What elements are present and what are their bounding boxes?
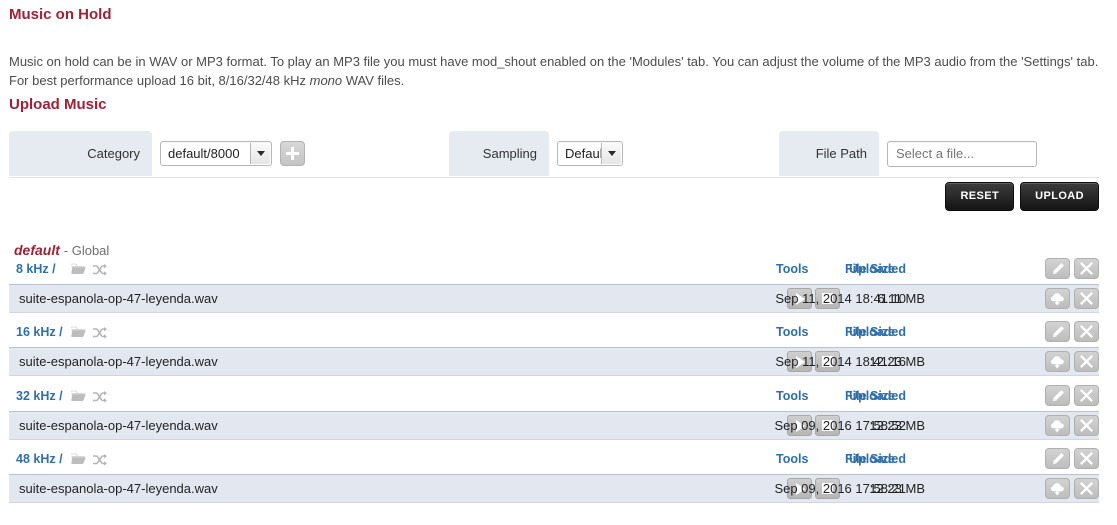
frequency-block-16khz: 16 kHz / Tools File Size Uploaded suite-… xyxy=(9,321,1099,376)
edit-group-button[interactable] xyxy=(1045,385,1070,406)
sampling-label: Sampling xyxy=(449,131,549,176)
delete-file-button[interactable] xyxy=(1074,478,1099,499)
row-actions xyxy=(1045,415,1099,436)
category-field-group: Category default/8000 xyxy=(9,131,305,176)
table-row[interactable]: suite-espanola-op-47-leyenda.wav 12.23 M… xyxy=(9,474,1099,503)
column-header-tools: Tools xyxy=(776,262,809,276)
category-scope: - Global xyxy=(63,243,110,258)
category-label: Category xyxy=(9,131,152,176)
download-file-button[interactable] xyxy=(1045,415,1070,436)
frequency-label[interactable]: 16 kHz / xyxy=(16,325,63,339)
frequency-block-32khz: 32 kHz / Tools File Size Uploaded suite-… xyxy=(9,385,1099,440)
add-category-button[interactable] xyxy=(280,141,305,166)
delete-file-button[interactable] xyxy=(1074,351,1099,372)
group-actions xyxy=(1045,321,1099,342)
shuffle-icon[interactable] xyxy=(93,391,107,403)
row-actions xyxy=(1045,351,1099,372)
delete-group-button[interactable] xyxy=(1074,448,1099,469)
column-header-uploaded: Uploaded xyxy=(849,389,906,403)
shuffle-icon[interactable] xyxy=(93,454,107,466)
edit-group-button[interactable] xyxy=(1045,258,1070,279)
file-name: suite-espanola-op-47-leyenda.wav xyxy=(19,418,218,433)
upload-form: Category default/8000 Sampling Default F… xyxy=(9,131,1099,178)
column-header-uploaded: Uploaded xyxy=(849,325,906,339)
file-name: suite-espanola-op-47-leyenda.wav xyxy=(19,354,218,369)
delete-group-button[interactable] xyxy=(1074,385,1099,406)
group-actions xyxy=(1045,448,1099,469)
table-row[interactable]: suite-espanola-op-47-leyenda.wav 12.23 M… xyxy=(9,347,1099,376)
page-description: Music on hold can be in WAV or MP3 forma… xyxy=(9,52,1099,90)
shuffle-icon[interactable] xyxy=(93,264,107,276)
page-title: Music on Hold xyxy=(9,6,112,23)
download-file-button[interactable] xyxy=(1045,288,1070,309)
category-controls: default/8000 xyxy=(152,141,305,166)
shuffle-icon[interactable] xyxy=(93,327,107,339)
delete-file-button[interactable] xyxy=(1074,415,1099,436)
table-row[interactable]: suite-espanola-op-47-leyenda.wav 12.23 M… xyxy=(9,411,1099,440)
uploaded-timestamp: Sep 11, 2014 18:41:16 xyxy=(775,354,906,369)
file-path-controls xyxy=(879,140,1037,167)
group-actions xyxy=(1045,258,1099,279)
page-title-container: Music on Hold xyxy=(9,6,112,23)
frequency-header: 48 kHz / Tools File Size Uploaded xyxy=(9,448,1099,474)
description-text-2: WAV files. xyxy=(342,73,405,88)
frequency-block-8khz: 8 kHz / Tools File Size Uploaded suite-e… xyxy=(9,258,1099,313)
category-select[interactable]: default/8000 xyxy=(160,141,272,166)
category-name: default xyxy=(14,242,60,258)
delete-group-button[interactable] xyxy=(1074,321,1099,342)
download-file-button[interactable] xyxy=(1045,478,1070,499)
delete-group-button[interactable] xyxy=(1074,258,1099,279)
frequency-header: 16 kHz / Tools File Size Uploaded xyxy=(9,321,1099,347)
frequency-header: 32 kHz / Tools File Size Uploaded xyxy=(9,385,1099,411)
plus-icon xyxy=(286,147,299,160)
folder-icon[interactable] xyxy=(71,390,86,402)
download-file-button[interactable] xyxy=(1045,351,1070,372)
frequency-label[interactable]: 32 kHz / xyxy=(16,389,63,403)
music-on-hold-page: Music on Hold Music on hold can be in WA… xyxy=(0,0,1117,525)
edit-group-button[interactable] xyxy=(1045,321,1070,342)
sampling-controls: Default xyxy=(549,141,623,166)
table-row[interactable]: suite-espanola-op-47-leyenda.wav 6.11 MB… xyxy=(9,284,1099,313)
column-header-tools: Tools xyxy=(776,389,809,403)
frequency-label[interactable]: 8 kHz / xyxy=(16,262,56,276)
file-path-input[interactable] xyxy=(887,140,1037,167)
frequency-block-48khz: 48 kHz / Tools File Size Uploaded suite-… xyxy=(9,448,1099,503)
sampling-field-group: Sampling Default xyxy=(449,131,623,176)
delete-file-button[interactable] xyxy=(1074,288,1099,309)
row-actions xyxy=(1045,288,1099,309)
edit-group-button[interactable] xyxy=(1045,448,1070,469)
column-header-uploaded: Uploaded xyxy=(849,452,906,466)
file-path-field-group: File Path xyxy=(779,131,1037,176)
frequency-header: 8 kHz / Tools File Size Uploaded xyxy=(9,258,1099,284)
column-header-uploaded: Uploaded xyxy=(849,262,906,276)
category-header: default - Global xyxy=(14,242,109,258)
form-actions: RESET UPLOAD xyxy=(945,182,1099,211)
row-actions xyxy=(1045,478,1099,499)
group-actions xyxy=(1045,385,1099,406)
column-header-tools: Tools xyxy=(776,325,809,339)
description-emphasis: mono xyxy=(309,73,343,88)
reset-button[interactable]: RESET xyxy=(945,182,1015,211)
upload-section-title-container: Upload Music xyxy=(9,96,107,113)
description-text-1: Music on hold can be in WAV or MP3 forma… xyxy=(9,54,1099,88)
chevron-down-icon[interactable] xyxy=(601,143,621,164)
file-name: suite-espanola-op-47-leyenda.wav xyxy=(19,481,218,496)
upload-button[interactable]: UPLOAD xyxy=(1020,182,1099,211)
uploaded-timestamp: Sep 09, 2016 17:58:52 xyxy=(774,418,906,433)
frequency-label[interactable]: 48 kHz / xyxy=(16,452,63,466)
uploaded-timestamp: Sep 09, 2016 17:58:21 xyxy=(774,481,906,496)
folder-icon[interactable] xyxy=(71,326,86,338)
chevron-down-icon[interactable] xyxy=(250,143,270,164)
folder-icon[interactable] xyxy=(71,453,86,465)
file-name: suite-espanola-op-47-leyenda.wav xyxy=(19,291,218,306)
sampling-select[interactable]: Default xyxy=(557,141,623,166)
upload-section-title: Upload Music xyxy=(9,96,107,113)
folder-icon[interactable] xyxy=(71,263,86,275)
file-path-label: File Path xyxy=(779,131,879,176)
category-select-value: default/8000 xyxy=(168,146,240,161)
column-header-tools: Tools xyxy=(776,452,809,466)
uploaded-timestamp: Sep 11, 2014 18:41:10 xyxy=(775,291,906,306)
